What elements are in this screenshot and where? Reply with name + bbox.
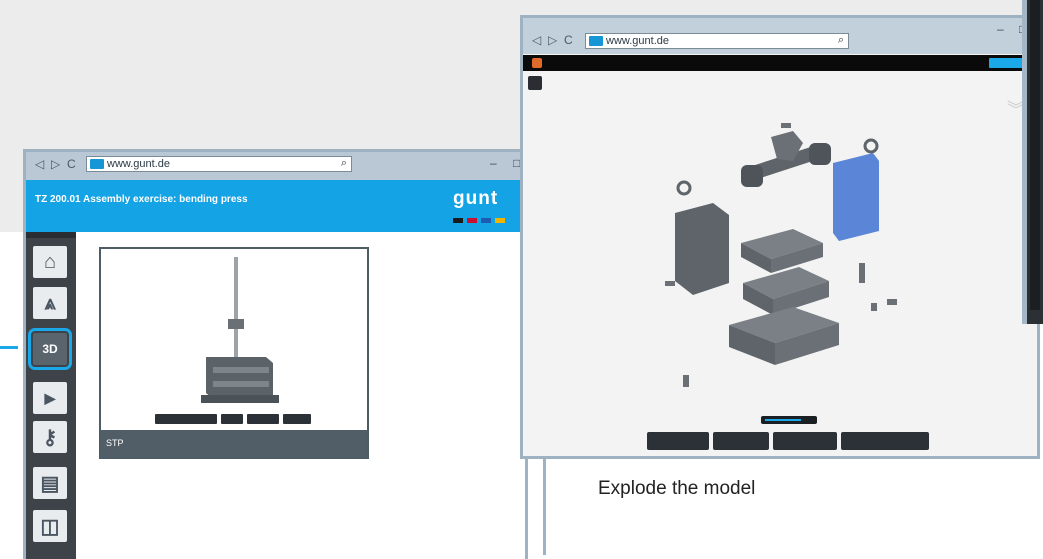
highlighted-blue-plate xyxy=(833,153,879,241)
card-toolbar-group-3[interactable] xyxy=(247,414,279,424)
press-collar xyxy=(228,319,244,329)
model-card[interactable]: STP xyxy=(99,247,369,459)
flag-english-icon[interactable] xyxy=(467,218,477,223)
card-toolbar-group-4[interactable] xyxy=(283,414,311,424)
right-browser-window: ◁ ▷ C www.gunt.de ⌕ – □ ︾ xyxy=(520,15,1040,459)
device-frame xyxy=(1022,0,1027,324)
favicon-icon xyxy=(589,36,603,46)
ring-part-left xyxy=(676,180,692,196)
screw-part-bottom xyxy=(683,375,689,387)
flag-german-icon[interactable] xyxy=(453,218,463,223)
browser-chrome: ◁ ▷ C www.gunt.de ⌕ – □ xyxy=(523,18,1037,54)
reload-icon[interactable]: C xyxy=(564,33,573,47)
device-screen xyxy=(1030,0,1040,310)
sidebar-video-button[interactable]: ▶ xyxy=(33,382,67,414)
top-axle xyxy=(741,131,831,187)
background-device-edge xyxy=(1022,0,1043,324)
press-base xyxy=(201,395,279,403)
address-bar[interactable]: www.gunt.de ⌕ xyxy=(585,33,849,49)
viewer-toolbar-group-4[interactable] xyxy=(841,432,929,450)
card-format-label: STP xyxy=(101,430,367,457)
page-title: TZ 200.01 Assembly exercise: bending pre… xyxy=(35,194,248,205)
window-frame-edge xyxy=(543,459,546,555)
viewer-toolbar-group-1[interactable] xyxy=(647,432,709,450)
sidebar-document-button[interactable]: ▤ xyxy=(33,467,67,499)
press-rod xyxy=(234,257,238,367)
viewer-toolbar-group-3[interactable] xyxy=(773,432,837,450)
url-text: www.gunt.de xyxy=(606,35,669,47)
back-icon[interactable]: ◁ xyxy=(35,157,44,171)
sidebar-panel-button[interactable]: ◫ xyxy=(33,510,67,542)
screw-part-left xyxy=(665,281,675,286)
viewer-logo-icon xyxy=(532,58,542,68)
sidebar-drawing-button[interactable]: ⩓ xyxy=(33,287,67,319)
flag-french-icon[interactable] xyxy=(481,218,491,223)
viewer-menu-icon[interactable] xyxy=(528,76,542,90)
minimize-icon[interactable]: – xyxy=(997,22,1004,36)
pin-part xyxy=(859,263,865,283)
3d-view-icon: 3D xyxy=(42,342,58,356)
address-bar[interactable]: www.gunt.de ⌕ xyxy=(86,156,352,172)
small-screw xyxy=(781,123,791,128)
bending-press-model xyxy=(201,257,279,403)
nut-part xyxy=(887,299,897,305)
search-icon[interactable]: ⌕ xyxy=(838,33,844,47)
sidebar-3d-button[interactable]: 3D xyxy=(28,328,72,370)
left-browser-window: ◁ ▷ C www.gunt.de ⌕ – □ TZ 200.01 Assemb… xyxy=(23,149,528,559)
viewer-top-bar xyxy=(523,55,1037,71)
logo-text: gunt xyxy=(453,188,499,209)
gunt-logo: gunt xyxy=(453,188,509,224)
forward-icon[interactable]: ▷ xyxy=(548,33,557,47)
forward-icon[interactable]: ▷ xyxy=(51,157,60,171)
back-icon[interactable]: ◁ xyxy=(532,33,541,47)
drawing-compass-icon: ⩓ xyxy=(44,291,56,314)
bolt-part xyxy=(871,303,877,311)
document-icon: ▤ xyxy=(40,472,60,495)
sidebar: ⌂ ⩓ 3D ▶ ⚷ ▤ ◫ xyxy=(26,232,76,559)
browser-chrome: ◁ ▷ C www.gunt.de ⌕ – □ xyxy=(26,152,525,180)
side-plate xyxy=(675,203,729,295)
search-icon[interactable]: ⌕ xyxy=(341,156,347,170)
press-body xyxy=(206,357,273,399)
sidebar-top-strip xyxy=(26,232,76,238)
press-plate-lower xyxy=(213,381,269,387)
explode-slider[interactable] xyxy=(761,416,817,424)
reload-icon[interactable]: C xyxy=(67,157,76,171)
caption-text: Explode the model xyxy=(598,478,756,499)
assembly-icon: ⚷ xyxy=(42,426,58,449)
card-toolbar-group-1[interactable] xyxy=(155,414,217,424)
favicon-icon xyxy=(90,159,104,169)
highlight-connector-line xyxy=(0,346,18,349)
explode-slider-fill xyxy=(765,419,801,421)
sidebar-assembly-button[interactable]: ⚷ xyxy=(33,421,67,453)
panel-icon: ◫ xyxy=(40,515,60,538)
viewer-toolbar-group-2[interactable] xyxy=(713,432,769,450)
card-toolbar-group-2[interactable] xyxy=(221,414,243,424)
app-header: TZ 200.01 Assembly exercise: bending pre… xyxy=(26,180,525,232)
home-icon: ⌂ xyxy=(43,250,57,273)
exploded-model-view[interactable] xyxy=(643,103,943,403)
ring-part-right xyxy=(863,138,879,154)
flag-spanish-icon[interactable] xyxy=(495,218,505,223)
minimize-icon[interactable]: – xyxy=(490,156,497,170)
sidebar-home-button[interactable]: ⌂ xyxy=(33,246,67,278)
press-plate xyxy=(213,367,269,373)
play-icon: ▶ xyxy=(44,389,56,406)
url-text: www.gunt.de xyxy=(107,158,170,170)
